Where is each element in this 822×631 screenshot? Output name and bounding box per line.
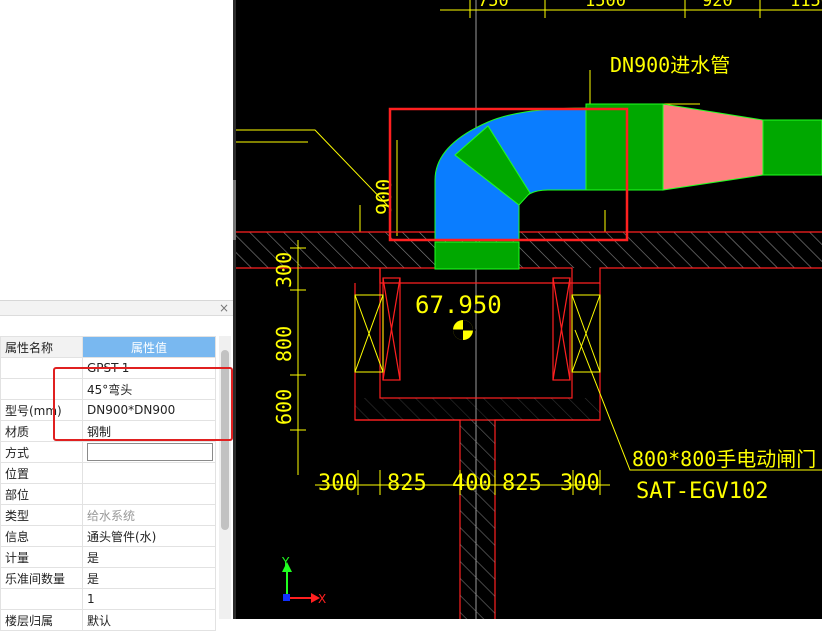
property-name: [0, 588, 83, 610]
valve-gate-left: [382, 277, 401, 381]
property-value[interactable]: 默认: [82, 609, 216, 631]
valve-label: 800*800手电动闸门: [632, 447, 816, 471]
property-value[interactable]: 45°弯头: [82, 378, 216, 400]
properties-panel-header: ×: [0, 301, 233, 316]
scrollbar-thumb[interactable]: [221, 350, 229, 530]
table-row[interactable]: 楼层归属 默认: [0, 609, 216, 631]
property-name: [0, 357, 83, 379]
dim-bottom-3: 400: [452, 471, 492, 496]
slab-hatch: [236, 232, 822, 268]
header-property-name: 属性名称: [0, 336, 83, 358]
dim-bottom-1: 300: [318, 471, 358, 496]
elevation-label: 67.950: [415, 291, 502, 319]
property-value[interactable]: 1: [82, 588, 216, 610]
header-property-value: 属性值: [82, 336, 216, 358]
dim-bottom-2: 825: [387, 471, 427, 496]
close-icon[interactable]: ×: [219, 301, 229, 315]
property-name: 楼层归属: [0, 609, 83, 631]
property-name: 信息: [0, 525, 83, 547]
dim-top-1: 750: [478, 0, 509, 11]
property-name: 乐准间数量: [0, 567, 83, 589]
table-row[interactable]: 信息 通头管件(水): [0, 525, 216, 547]
properties-scrollbar[interactable]: [219, 336, 231, 619]
table-row[interactable]: 方式: [0, 441, 216, 463]
pipe-label: DN900进水管: [610, 53, 730, 77]
properties-table: 属性名称 属性值 GPST-1 45°弯头 型号(mm) DN900*DN900 …: [0, 336, 216, 631]
dim-top-2: 1500: [585, 0, 626, 11]
reducer-section[interactable]: [662, 103, 764, 191]
pipe-segment-green[interactable]: [585, 103, 664, 191]
property-name: 部位: [0, 483, 83, 505]
dim-top-4: 1150: [790, 0, 822, 11]
valve-gate-right: [552, 277, 571, 381]
property-name: 位置: [0, 462, 83, 484]
table-row[interactable]: 部位: [0, 483, 216, 505]
table-row[interactable]: 乐准间数量是: [0, 567, 216, 589]
property-value[interactable]: 是: [82, 546, 216, 568]
table-row[interactable]: 类型 给水系统: [0, 504, 216, 526]
table-header-row: 属性名称 属性值: [0, 336, 216, 358]
left-panel: × 属性名称 属性值 GPST-1 45°弯头 型号(mm) DN900*DN90…: [0, 0, 233, 631]
property-value[interactable]: GPST-1: [82, 357, 216, 379]
pier-hatch: [460, 420, 495, 619]
dim-side-2: 800: [272, 326, 296, 362]
axis-x-label: X: [318, 592, 326, 606]
base-slab: [355, 398, 600, 420]
dim-bottom-5: 300: [560, 471, 600, 496]
valve-code: SAT-EGV102: [636, 479, 768, 504]
elevation-marker-icon: [450, 320, 476, 340]
property-value[interactable]: 给水系统: [82, 504, 216, 526]
table-row[interactable]: 45°弯头: [0, 378, 216, 400]
property-name: 方式: [0, 441, 83, 463]
property-name: 计量: [0, 546, 83, 568]
straight-pipe-right[interactable]: [762, 119, 822, 176]
table-row[interactable]: GPST-1: [0, 357, 216, 379]
table-row[interactable]: 材质 钢制: [0, 420, 216, 442]
ucs-axis-icon: Y X: [281, 555, 326, 606]
dim-top-3: 920: [702, 0, 733, 11]
property-value-input[interactable]: [87, 443, 213, 461]
dim-side-3: 600: [272, 389, 296, 425]
cad-canvas[interactable]: 750 1500 920 1150 DN900进水管: [236, 0, 822, 619]
project-tree-area: [0, 0, 233, 301]
property-value[interactable]: DN900*DN900: [82, 399, 216, 421]
property-value[interactable]: 是: [82, 567, 216, 589]
table-row[interactable]: 位置: [0, 462, 216, 484]
dim-side-1: 300: [272, 252, 296, 288]
property-name: 材质: [0, 420, 83, 442]
property-value[interactable]: [82, 483, 216, 505]
dim-bottom-4: 825: [502, 471, 542, 496]
axis-y-label: Y: [281, 555, 290, 569]
pipe-segment-bottom[interactable]: [434, 241, 520, 270]
property-name: 型号(mm): [0, 399, 83, 421]
property-value-editor[interactable]: [82, 441, 216, 463]
table-row[interactable]: 型号(mm) DN900*DN900: [0, 399, 216, 421]
property-value[interactable]: [82, 462, 216, 484]
table-row[interactable]: 1: [0, 588, 216, 610]
table-row[interactable]: 计量是: [0, 546, 216, 568]
cad-drawing[interactable]: 750 1500 920 1150 DN900进水管: [236, 0, 822, 619]
property-value[interactable]: 钢制: [82, 420, 216, 442]
dim-elbow: 900: [372, 179, 396, 215]
property-name: [0, 378, 83, 400]
property-value[interactable]: 通头管件(水): [82, 525, 216, 547]
property-name: 类型: [0, 504, 83, 526]
